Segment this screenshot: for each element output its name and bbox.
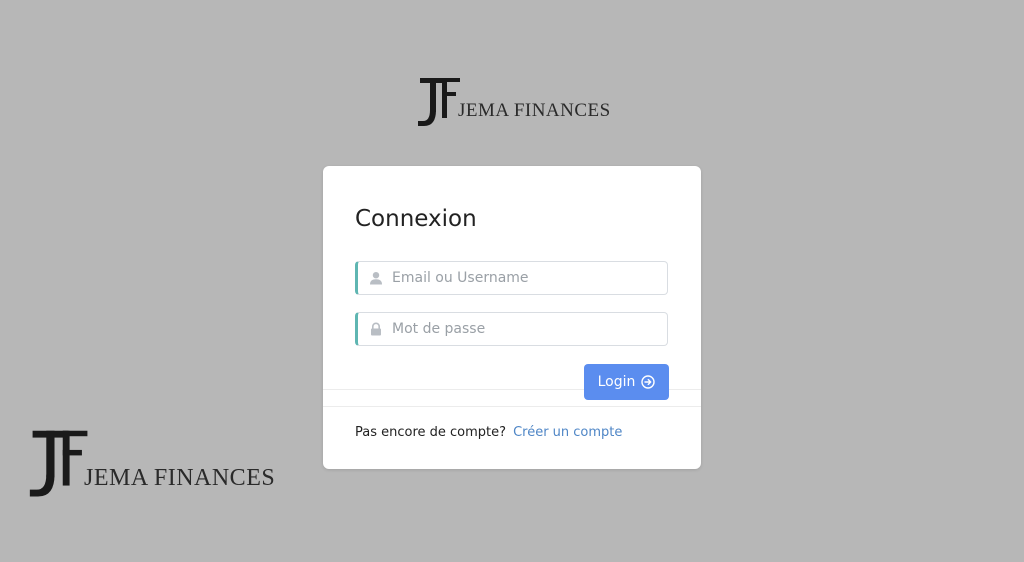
jf-monogram-icon (29, 430, 88, 497)
create-account-link[interactable]: Créer un compte (513, 425, 622, 440)
no-account-text: Pas encore de compte? (355, 425, 507, 440)
login-card: Connexion Login Pas encore de compte? Cr… (323, 166, 701, 469)
logo-top: JEMA FINANCES (416, 76, 611, 130)
lock-icon (371, 322, 381, 336)
logo-bottom: JEMA FINANCES (26, 428, 275, 502)
email-field-wrapper[interactable] (355, 261, 668, 295)
divider (323, 406, 701, 407)
login-button[interactable]: Login (584, 364, 669, 400)
email-input[interactable] (392, 270, 667, 286)
password-field-wrapper[interactable] (355, 312, 668, 346)
signup-prompt: Pas encore de compte? Créer un compte (355, 425, 622, 440)
login-button-label: Login (597, 374, 636, 390)
circle-arrow-right-icon (641, 375, 656, 389)
user-icon (370, 272, 382, 285)
brand-name: JEMA FINANCES (84, 465, 276, 491)
password-input[interactable] (392, 321, 667, 337)
brand-name: JEMA FINANCES (458, 100, 611, 121)
jf-monogram-icon (418, 78, 460, 126)
page-title: Connexion (355, 206, 477, 232)
